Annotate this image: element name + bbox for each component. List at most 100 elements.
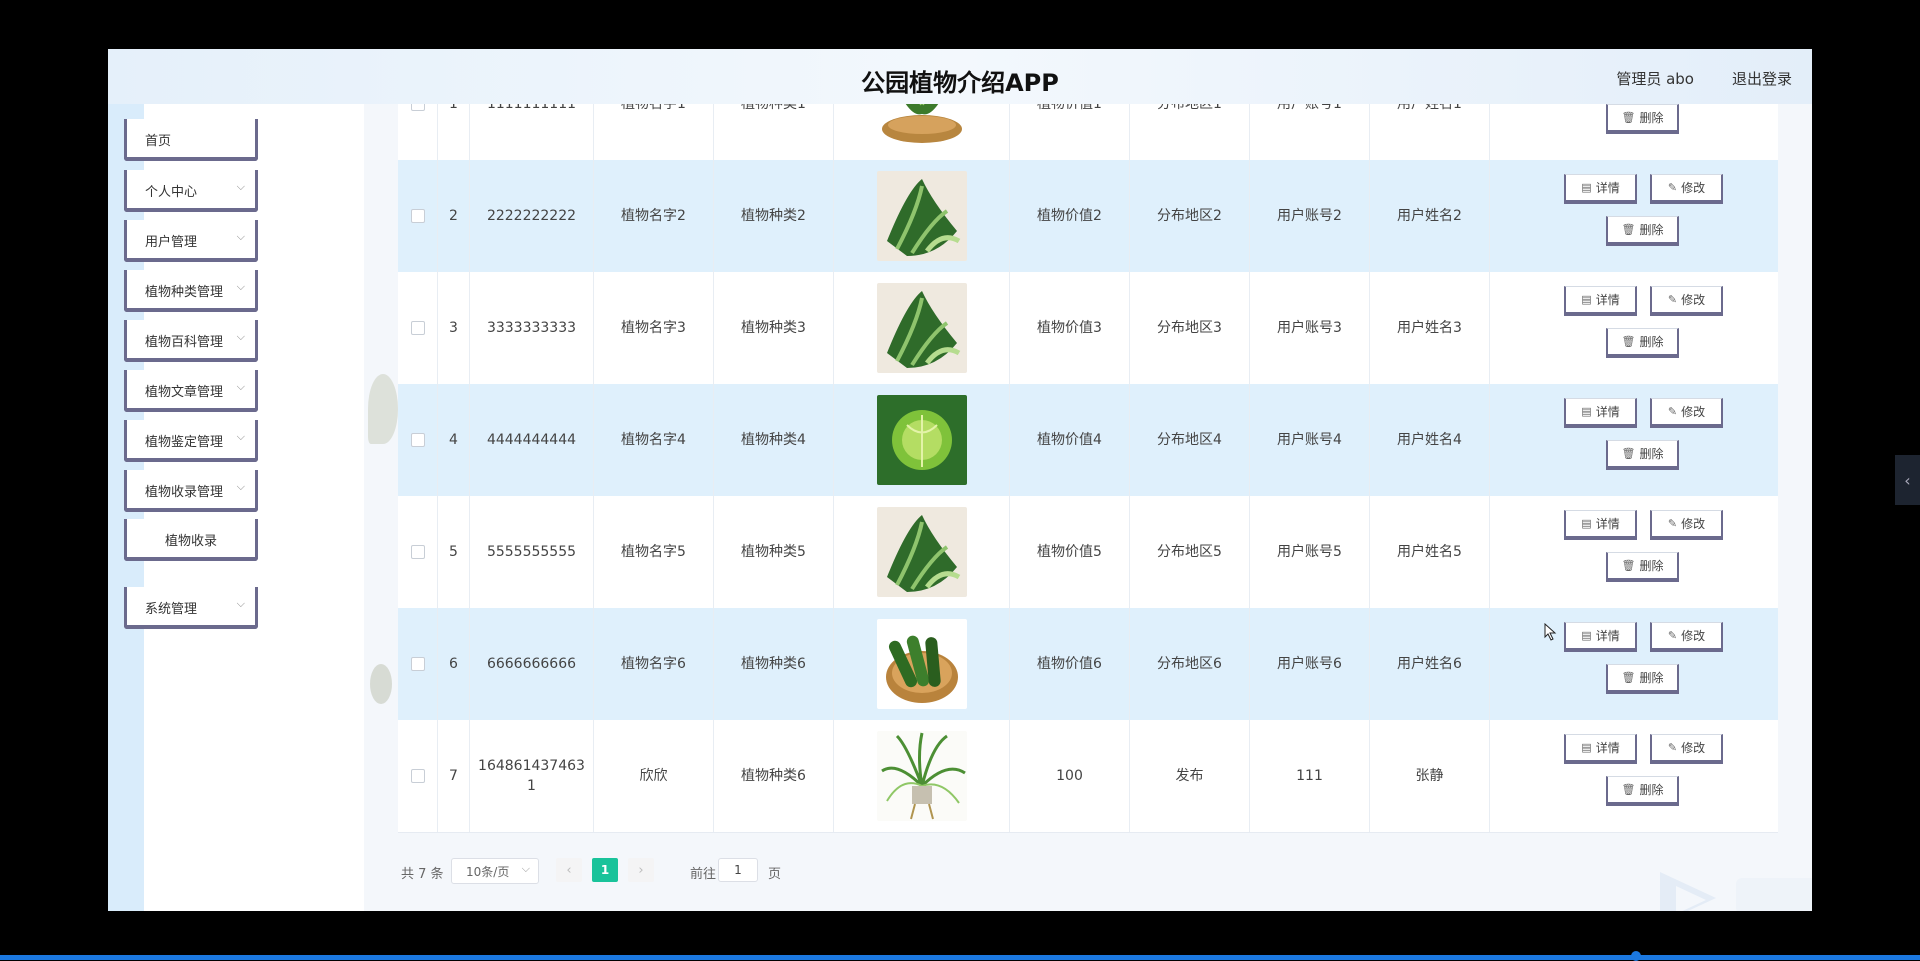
spider-plant-image [876,731,967,821]
cell-name: 植物名字6 [594,608,714,720]
edit-button[interactable]: ✎ 修改 [1650,286,1723,316]
logout-button[interactable]: 退出登录 [1732,68,1792,89]
delete-button[interactable]: 🗑 删除 [1606,216,1679,246]
page-size-select[interactable]: 10条/页 ⌵ [451,858,539,884]
mouse-cursor-icon [1544,623,1557,641]
table-row: 7 164861437463 1 欣欣 植物种类6 100 发布 111 张静 ▤ 详情 ✎ 修改 🗑 删… [398,720,1778,833]
sidebar-item[interactable]: 系统管理 ⌵ [124,587,258,629]
bok-choy-image [876,171,967,261]
sidebar-item[interactable]: 植物收录管理 ⌵ [124,470,258,512]
cell-type: 植物种类4 [714,384,834,496]
admin-label: 管理员 abo [1616,70,1694,88]
cell-index: 2 [438,160,470,272]
document-icon: ▤ [1581,293,1592,306]
table-row: 3 3333333333 植物名字3 植物种类3 植物价值3 分布地区3 用户账号3 用户姓名… [398,272,1778,385]
delete-button[interactable]: 🗑 删除 [1606,664,1679,694]
row-checkbox[interactable] [410,433,425,447]
row-select-cell [398,496,438,608]
cell-type: 植物种类5 [714,496,834,608]
prev-page-button[interactable]: ‹ [556,858,582,882]
pencil-icon: ✎ [1667,293,1678,306]
delete-button-label: 删除 [1639,671,1664,685]
table-row: 6 6666666666 植物名字6 植物种类6 植物价值6 分布地区6 用户账号6 用户姓名… [398,608,1778,721]
sidebar-item[interactable]: 用户管理 ⌵ [124,220,258,262]
cell-index: 5 [438,496,470,608]
sidebar-item-label: 个人中心 [145,185,198,200]
next-page-button[interactable]: › [628,858,654,882]
row-checkbox[interactable] [410,545,425,559]
delete-button[interactable]: 🗑 删除 [1606,328,1679,358]
goto-page-input[interactable] [718,858,758,882]
detail-button[interactable]: ▤ 详情 [1564,174,1637,204]
cell-username: 用户姓名1 [1370,104,1490,160]
cell-account: 用户账号4 [1250,384,1370,496]
row-actions: ▤详情 ✎修改 🗑删除 [1564,734,1736,818]
sidebar-item-label: 植物百科管理 [145,335,224,350]
detail-button[interactable]: ▤ 详情 [1564,510,1637,540]
edit-button[interactable]: ✎ 修改 [1650,174,1723,204]
detail-button[interactable]: ▤ 详情 [1564,734,1637,764]
background-leaf [370,664,392,704]
detail-button[interactable]: ▤ 详情 [1564,398,1637,428]
page-number-button[interactable]: 1 [592,858,618,882]
cell-name: 植物名字1 [594,104,714,160]
cell-code: 2222222222 [470,160,594,272]
detail-button-label: 详情 [1595,517,1620,531]
cell-username: 用户姓名4 [1370,384,1490,496]
trash-icon: 🗑 [1621,335,1636,348]
detail-button-label: 详情 [1595,629,1620,643]
cell-type: 植物种类2 [714,160,834,272]
delete-button[interactable]: 🗑 删除 [1606,440,1679,470]
cell-index: 3 [438,272,470,384]
pagination: 共 7 条 10条/页 ⌵ ‹ 1 › 前往 页 [398,856,998,886]
sidebar-item-label: 植物鉴定管理 [145,435,224,450]
edit-button[interactable]: ✎ 修改 [1650,510,1723,540]
trash-icon: 🗑 [1621,447,1636,460]
sidebar-item[interactable]: 首页 [124,119,258,161]
cell-account: 用户账号1 [1250,104,1370,160]
detail-button-label: 详情 [1595,181,1620,195]
edit-button[interactable]: ✎ 修改 [1650,734,1723,764]
document-icon: ▤ [1581,629,1592,642]
cell-name: 植物名字4 [594,384,714,496]
delete-button[interactable]: 🗑 删除 [1606,552,1679,582]
cell-region: 分布地区1 [1130,104,1250,160]
row-checkbox[interactable] [410,769,425,783]
row-checkbox[interactable] [410,209,425,223]
sidebar-item[interactable]: 植物收录 [124,519,258,561]
edit-button[interactable]: ✎ 修改 [1650,622,1723,652]
sidebar-item[interactable]: 植物鉴定管理 ⌵ [124,420,258,462]
detail-button-label: 详情 [1595,293,1620,307]
delete-button[interactable]: 🗑 删除 [1606,776,1679,806]
row-select-cell [398,160,438,272]
row-checkbox[interactable] [410,657,425,671]
edit-button-label: 修改 [1681,741,1706,755]
detail-button-label: 详情 [1595,741,1620,755]
sidebar-item-label: 首页 [145,134,172,149]
sidebar-item[interactable]: 个人中心 ⌵ [124,170,258,212]
detail-button[interactable]: ▤ 详情 [1564,622,1637,652]
document-icon: ▤ [1581,181,1592,194]
delete-button[interactable]: 🗑 删除 [1606,104,1679,134]
cell-username: 用户姓名5 [1370,496,1490,608]
cell-index: 6 [438,608,470,720]
detail-button[interactable]: ▤ 详情 [1564,286,1637,316]
sidebar-item[interactable]: 植物百科管理 ⌵ [124,320,258,362]
row-checkbox[interactable] [410,104,425,111]
cell-value: 植物价值6 [1010,608,1130,720]
cell-username: 用户姓名6 [1370,608,1490,720]
row-checkbox[interactable] [410,321,425,335]
drawer-toggle-button[interactable]: ‹ [1895,455,1920,505]
document-icon: ▤ [1581,741,1592,754]
cell-account: 用户账号6 [1250,608,1370,720]
cell-name: 欣欣 [594,720,714,832]
page-size-value: 10条/页 [466,865,510,879]
row-actions: ▤详情 ✎修改 🗑删除 [1564,398,1736,482]
cell-value: 植物价值1 [1010,104,1130,160]
sidebar-item-label: 植物收录管理 [145,485,224,500]
plant-image-cell [834,104,1010,160]
edit-button-label: 修改 [1681,293,1706,307]
edit-button[interactable]: ✎ 修改 [1650,398,1723,428]
sidebar-item[interactable]: 植物文章管理 ⌵ [124,370,258,412]
sidebar-item[interactable]: 植物种类管理 ⌵ [124,270,258,312]
